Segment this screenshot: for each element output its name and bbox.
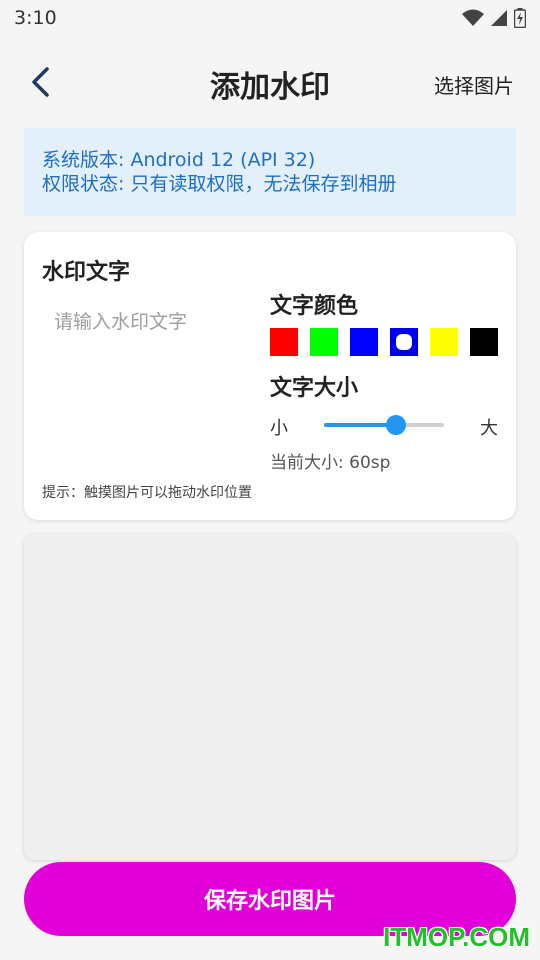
- permission-status-text: 权限状态: 只有读取权限，无法保存到相册: [42, 173, 397, 195]
- color-swatch-blue-dark[interactable]: [390, 328, 418, 356]
- size-min-label: 小: [270, 418, 288, 439]
- watermark-settings-card: 水印文字 文字颜色 文字大小 小 大 当前大小: 60sp 提示：触摸图片可以拖…: [24, 232, 516, 520]
- color-swatch-red[interactable]: [270, 328, 298, 356]
- color-swatches: [270, 328, 498, 356]
- text-size-title: 文字大小: [270, 376, 359, 401]
- text-color-title: 文字颜色: [270, 294, 359, 319]
- app-bar: 添加水印 选择图片: [0, 50, 540, 114]
- status-bar: 3:10: [0, 0, 540, 36]
- current-size-text: 当前大小: 60sp: [270, 453, 391, 473]
- status-icons: [462, 8, 526, 28]
- color-swatch-blue[interactable]: [350, 328, 378, 356]
- battery-charging-icon: [514, 8, 526, 28]
- watermark-text-title: 水印文字: [42, 260, 131, 285]
- drag-hint-text: 提示：触摸图片可以拖动水印位置: [42, 485, 252, 501]
- system-version-text: 系统版本: Android 12 (API 32): [42, 149, 316, 171]
- color-swatch-black[interactable]: [470, 328, 498, 356]
- color-swatch-yellow[interactable]: [430, 328, 458, 356]
- signal-icon: [491, 10, 507, 26]
- slider-thumb[interactable]: [386, 415, 406, 435]
- size-max-label: 大: [480, 418, 498, 439]
- watermark-text-input[interactable]: [42, 302, 242, 342]
- image-preview-area[interactable]: [24, 534, 516, 860]
- wifi-icon: [462, 9, 484, 26]
- site-watermark-text: ITMOP.COM: [383, 922, 530, 952]
- status-time: 3:10: [14, 7, 57, 29]
- text-size-slider[interactable]: [324, 415, 444, 435]
- color-swatch-green[interactable]: [310, 328, 338, 356]
- select-image-button[interactable]: 选择图片: [434, 70, 514, 99]
- info-banner: 系统版本: Android 12 (API 32) 权限状态: 只有读取权限，无…: [24, 128, 516, 216]
